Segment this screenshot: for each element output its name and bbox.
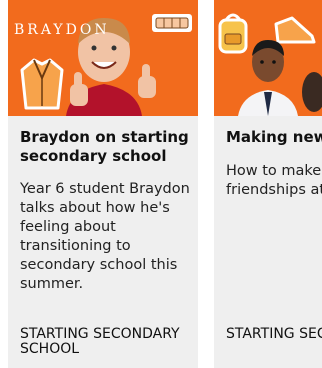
video-card-braydon[interactable]: BRAYDON Braydon on starting secondary sc…: [8, 0, 198, 368]
pencil-case-icon: [152, 14, 192, 32]
video-description: How to make l friendships at y school.: [226, 163, 322, 198]
video-thumbnail[interactable]: [214, 0, 322, 116]
thumbnail-illustration: [218, 13, 322, 116]
blazer-icon: [20, 58, 64, 110]
video-thumbnail[interactable]: BRAYDON: [8, 0, 198, 116]
video-title[interactable]: Braydon on starting secondary school: [20, 128, 190, 166]
thumbnail-illustration: [20, 14, 192, 116]
video-card-making-friends[interactable]: Making new fr How to make l friendships …: [214, 0, 322, 368]
category-tag[interactable]: STARTING SECONDARY S: [226, 327, 322, 342]
shoe-icon: [274, 16, 316, 44]
thumbnail-brand-text: BRAYDON: [14, 22, 110, 38]
category-tag[interactable]: STARTING SECONDARY SCHOOL: [20, 327, 195, 357]
video-description: Year 6 student Braydon talks about how h…: [20, 181, 190, 292]
video-title[interactable]: Making new fr: [226, 128, 322, 147]
backpack-icon: [218, 13, 248, 54]
video-carousel: BRAYDON Braydon on starting secondary sc…: [0, 0, 322, 368]
student-photo: [238, 40, 322, 116]
